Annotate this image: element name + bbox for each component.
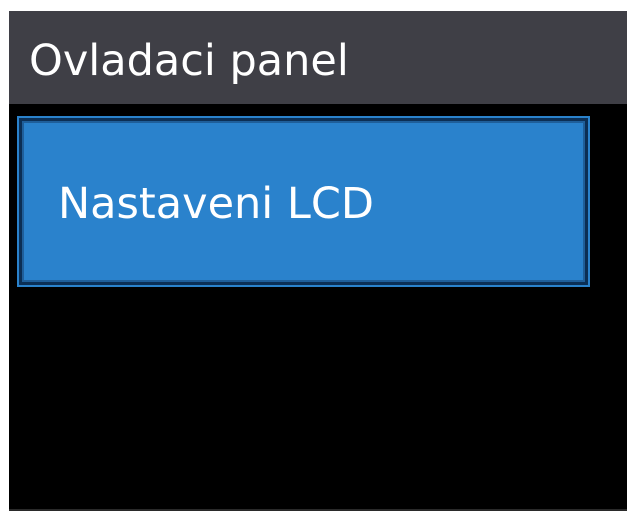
menu-item-lcd-settings[interactable]: Nastaveni LCD (17, 116, 590, 287)
control-panel-screen: Ovladaci panel Nastaveni LCD (9, 11, 627, 511)
title-bar: Ovladaci panel (9, 11, 627, 104)
page-title: Ovladaci panel (29, 36, 349, 86)
menu-item-label: Nastaveni LCD (58, 179, 374, 229)
screen-bottom-edge (9, 509, 627, 511)
